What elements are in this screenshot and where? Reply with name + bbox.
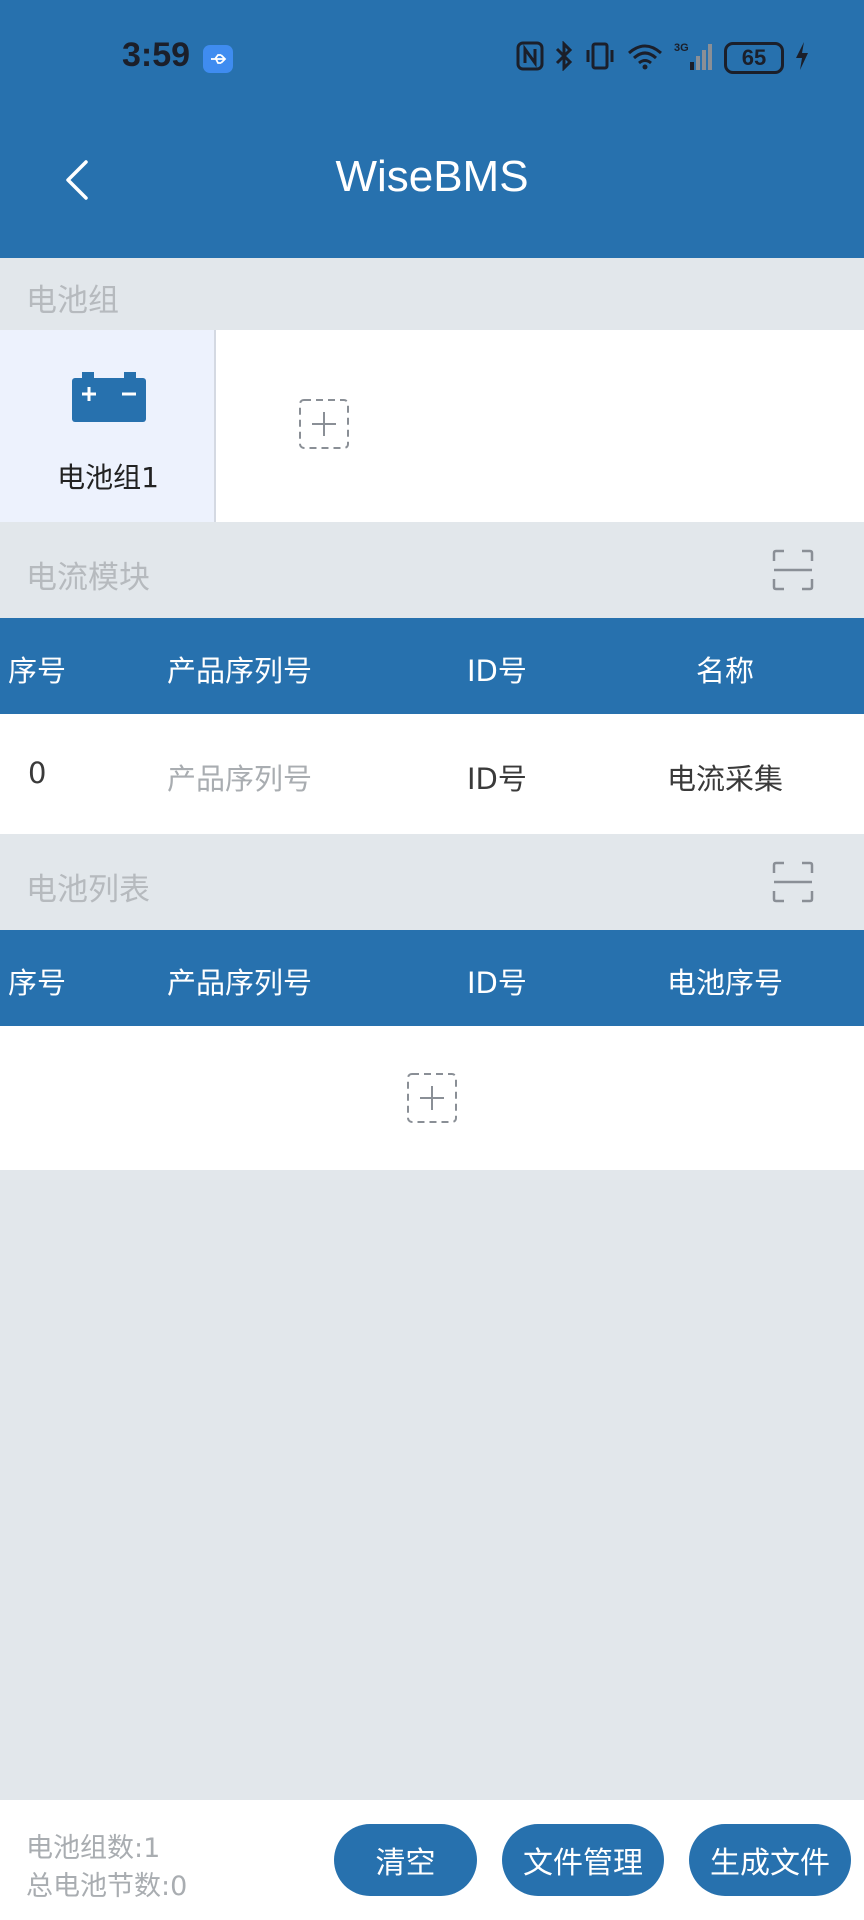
row-serial[interactable]: 产品序列号 [167,756,312,798]
wifi-icon [626,41,664,75]
row-name[interactable]: 电流采集 [667,756,783,798]
status-time: 3:59 [122,36,191,74]
current-module-table-header: 序号 产品序列号 ID号 名称 [0,618,864,714]
column-header-id: ID号 [467,654,527,688]
status-icons: 3G 65 [516,40,810,76]
charging-icon [794,41,810,75]
battery-list-header: 电池列表 [0,834,864,930]
battery-group-label: 电池组 [26,283,119,319]
battery-group-header: 电池组 [0,258,864,330]
battery-group-name: 电池组1 [57,461,159,494]
current-module-label: 电流模块 [26,560,150,596]
signal-icon: 3G [674,40,714,76]
nfc-icon [516,41,544,75]
app-header: 3:59 3G 65 WiseBMS [0,0,864,258]
page-title: WiseBMS [335,152,529,201]
generate-file-button[interactable]: 生成文件 [689,1824,851,1896]
column-header-battery-index: 电池序号 [667,966,784,1000]
vibrate-icon [584,41,616,75]
bottom-bar: 电池组数:1 总电池节数:0 清空 文件管理 生成文件 [0,1800,864,1920]
battery-list-label: 电池列表 [26,872,150,908]
add-group-icon[interactable] [298,398,350,450]
bluetooth-icon [554,40,574,75]
file-manage-button[interactable]: 文件管理 [502,1824,664,1896]
network-type: 3G [674,42,689,54]
column-header-index: 序号 [8,966,67,1000]
battery-list-table-header: 序号 产品序列号 ID号 电池序号 [0,930,864,1026]
table-row[interactable]: 0 产品序列号 ID号 电流采集 [0,714,864,834]
cell-count: 总电池节数:0 [26,1871,188,1902]
column-header-serial: 产品序列号 [167,966,313,1000]
clear-button[interactable]: 清空 [334,1824,477,1896]
add-battery-icon[interactable] [406,1072,458,1124]
battery-group-row: 电池组1 [0,330,864,522]
scan-icon[interactable] [772,549,814,591]
battery-icon [72,372,146,426]
column-header-id: ID号 [467,966,527,1000]
scan-icon[interactable] [772,861,814,903]
current-module-header: 电流模块 [0,522,864,618]
usb-icon [203,45,233,73]
battery-indicator: 65 [724,42,784,74]
row-id[interactable]: ID号 [467,756,527,798]
column-header-serial: 产品序列号 [167,654,313,688]
battery-group-tile[interactable]: 电池组1 [0,330,216,522]
column-header-name: 名称 [696,654,755,688]
row-index: 0 [28,756,47,790]
group-count: 电池组数:1 [26,1833,161,1864]
battery-list-add-row [0,1026,864,1170]
column-header-index: 序号 [8,654,67,688]
